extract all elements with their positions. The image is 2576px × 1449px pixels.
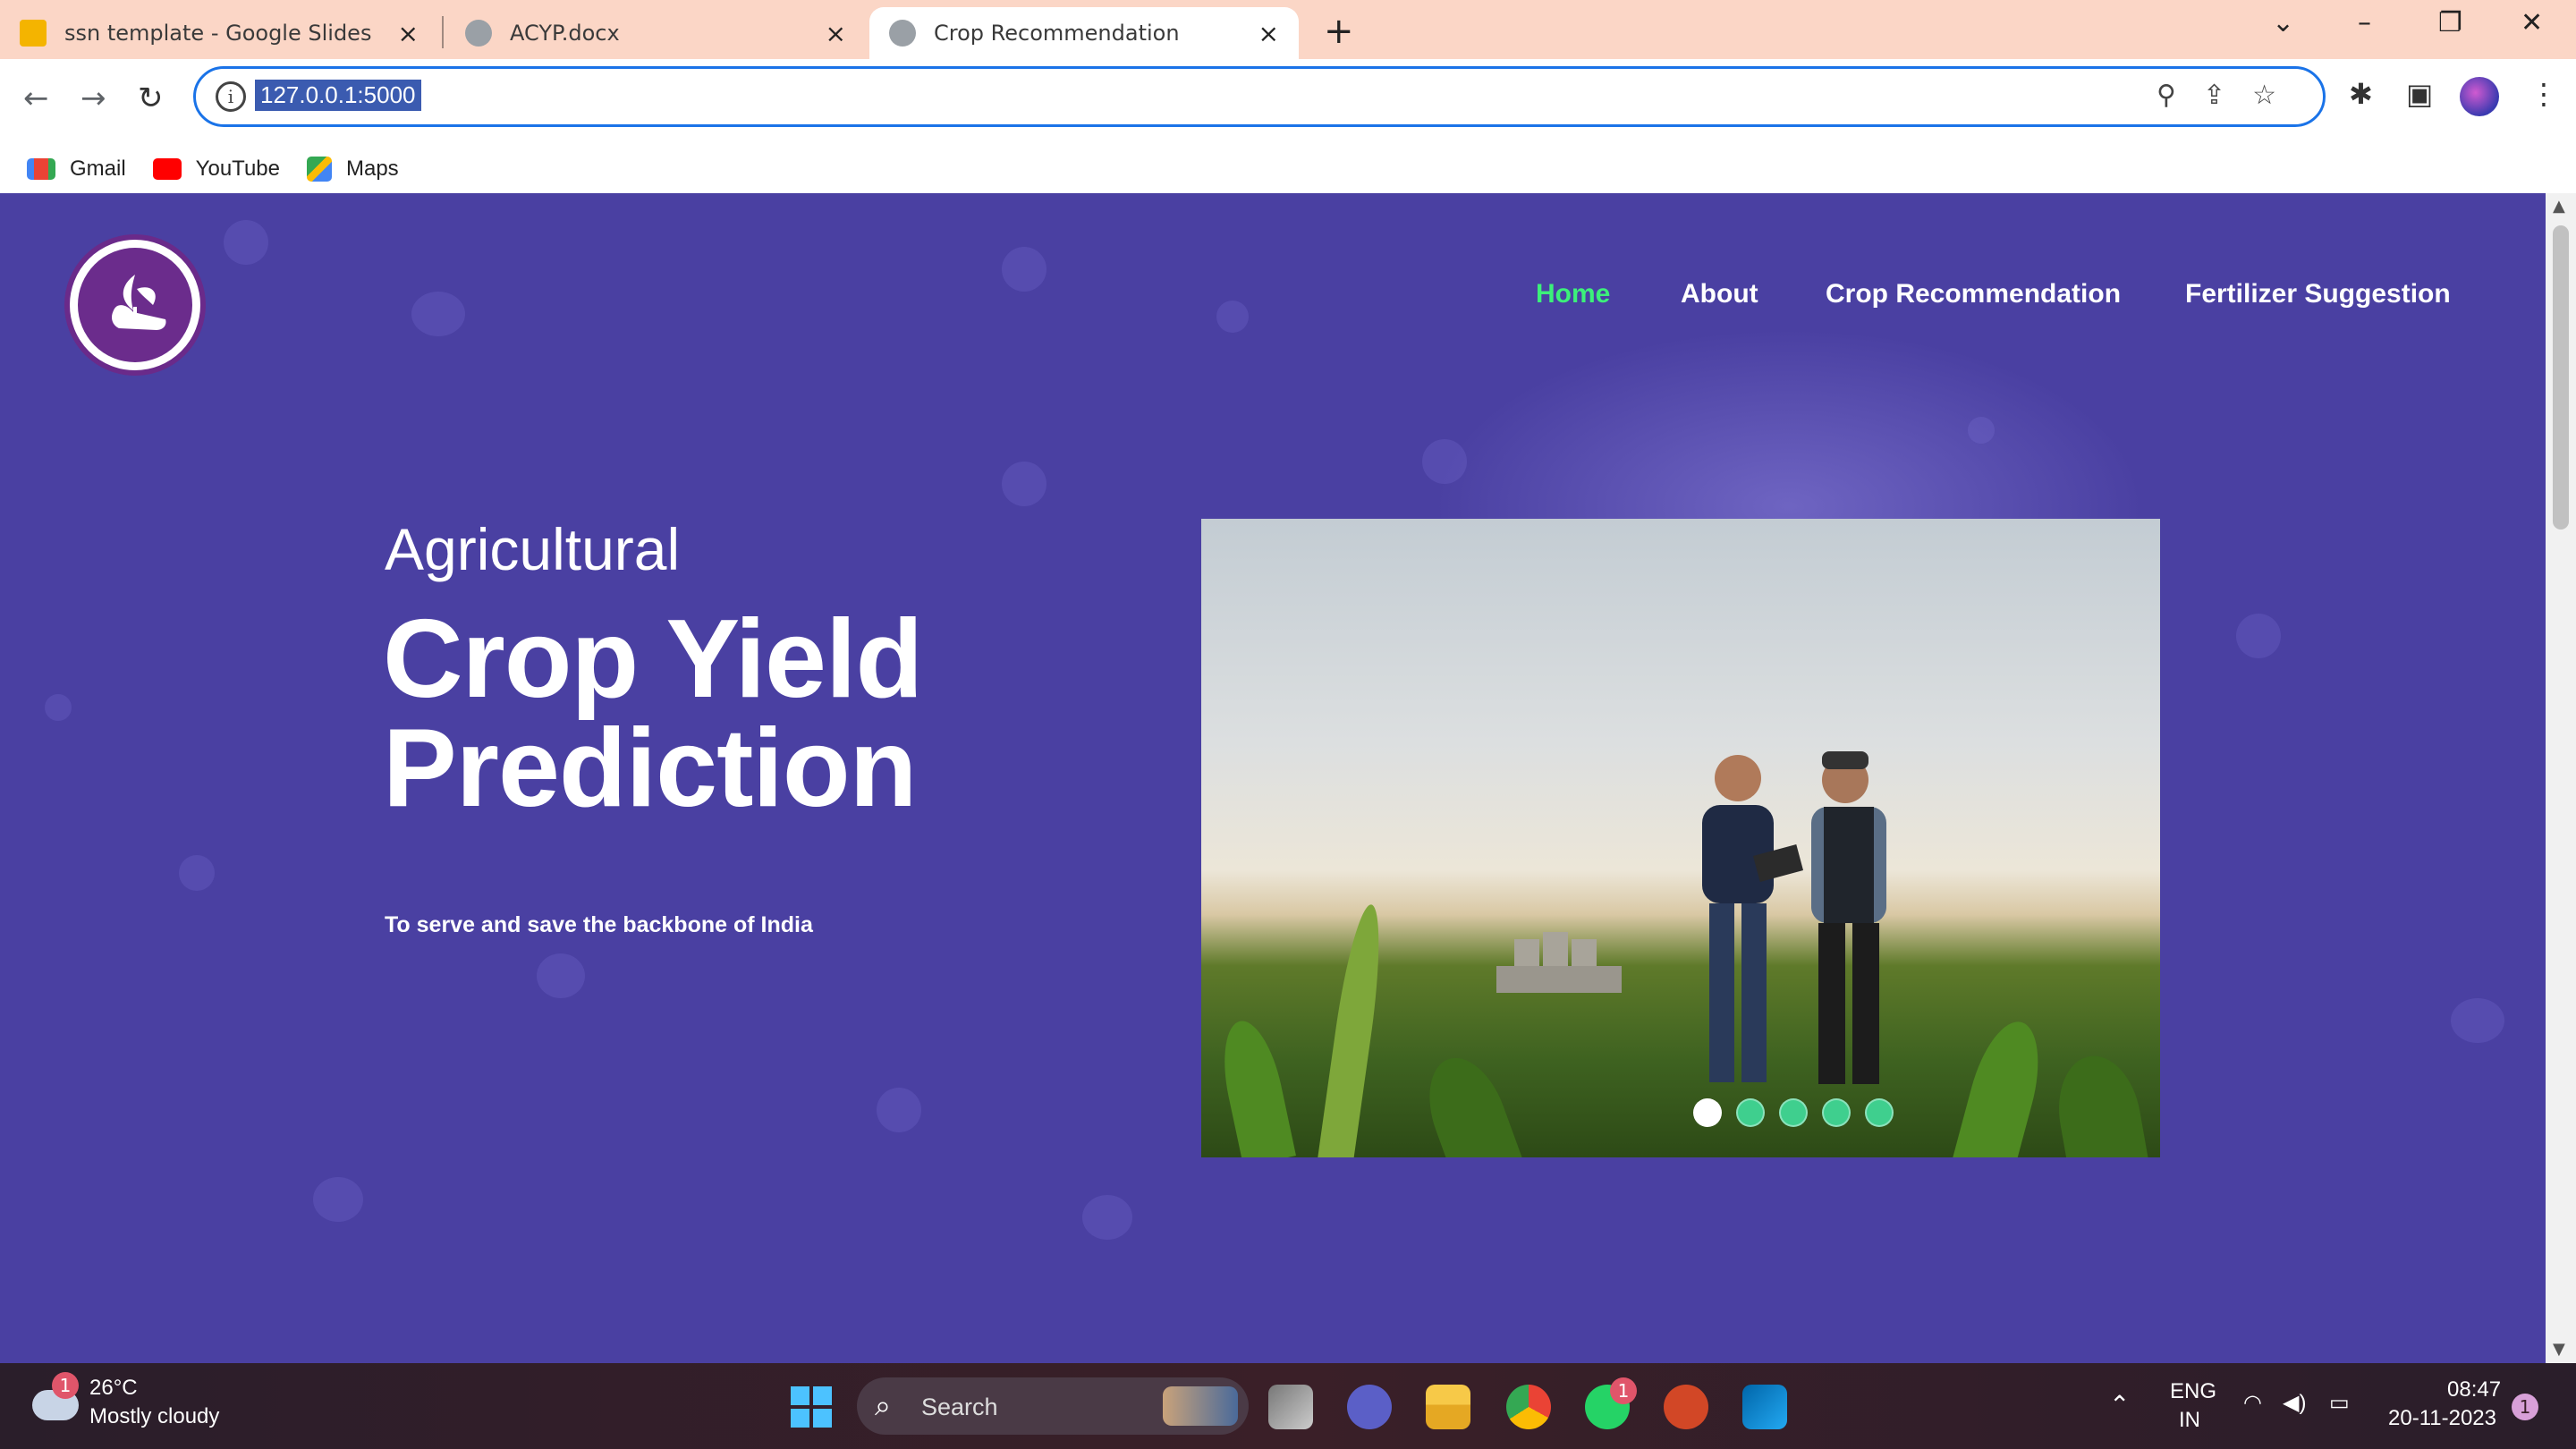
carousel-indicators (1693, 1098, 1908, 1127)
google-slides-icon (20, 20, 47, 47)
tab-title: ACYP.docx (510, 21, 620, 46)
task-view-icon[interactable] (1268, 1385, 1313, 1429)
site-info-icon[interactable]: i (216, 81, 246, 112)
tab-title: ssn template - Google Slides (64, 21, 372, 46)
nav-home[interactable]: Home (1536, 279, 1610, 309)
scroll-down-arrow-icon[interactable]: ▼ (2553, 1340, 2565, 1359)
search-icon: ⌕ (875, 1388, 891, 1422)
chrome-icon[interactable] (1506, 1385, 1551, 1429)
whatsapp-badge: 1 (1610, 1377, 1637, 1404)
tab-google-slides[interactable]: ssn template - Google Slides × (0, 7, 438, 59)
search-highlight-image (1163, 1386, 1238, 1426)
close-icon[interactable]: × (398, 19, 419, 48)
hero-tagline: To serve and save the backbone of India (385, 912, 813, 937)
hero-image-carousel[interactable] (1201, 519, 2160, 1157)
star-bookmark-icon[interactable]: ☆ (2252, 80, 2303, 111)
bookmarks-bar: Gmail YouTube Maps (0, 145, 2576, 193)
back-arrow-icon[interactable]: ← (23, 80, 49, 116)
globe-icon (889, 20, 916, 47)
tab-title: Crop Recommendation (934, 21, 1180, 46)
zoom-icon[interactable]: ⚲ (2157, 80, 2203, 111)
web-page: Home About Crop Recommendation Fertilize… (0, 193, 2546, 1363)
notification-badge[interactable]: 1 (2512, 1394, 2538, 1420)
bookmark-youtube[interactable]: YouTube (152, 157, 280, 182)
weather-temperature[interactable]: 26°C (89, 1376, 138, 1401)
tab-search-chevron-icon[interactable]: ⌄ (2272, 7, 2294, 38)
hero-subtitle: Agricultural (385, 516, 681, 582)
globe-icon (465, 20, 492, 47)
carousel-dot-2[interactable] (1736, 1098, 1765, 1127)
profile-avatar[interactable] (2460, 77, 2499, 116)
powerpoint-icon[interactable] (1664, 1385, 1708, 1429)
nav-fertilizer-suggestion[interactable]: Fertilizer Suggestion (2185, 279, 2451, 309)
forward-arrow-icon[interactable]: → (80, 80, 106, 116)
windows-taskbar: 1 26°C Mostly cloudy ⌕ Search 1 ⌃ ENG IN… (0, 1363, 2576, 1449)
language-line-1[interactable]: ENG (2170, 1379, 2216, 1404)
weather-description[interactable]: Mostly cloudy (89, 1404, 219, 1429)
battery-icon[interactable]: ▭ (2329, 1390, 2350, 1416)
minimize-button[interactable]: – (2358, 7, 2371, 38)
scroll-thumb[interactable] (2553, 225, 2569, 530)
browser-tab-strip: ssn template - Google Slides × ACYP.docx… (0, 0, 2576, 59)
browser-toolbar: ← → ↻ i 127.0.0.1:5000 ⚲⇪☆ ✱ ▣ ⋮ Gmail Y… (0, 59, 2576, 193)
hero-title-line-2: Prediction (383, 707, 917, 830)
scroll-up-arrow-icon[interactable]: ▲ (2553, 197, 2565, 216)
new-tab-button[interactable]: + (1324, 11, 1354, 52)
url-text[interactable]: 127.0.0.1:5000 (255, 80, 421, 111)
teams-chat-icon[interactable] (1347, 1385, 1392, 1429)
tab-separator (442, 16, 444, 48)
volume-icon[interactable]: ◀) (2283, 1390, 2306, 1416)
bookmark-label: Maps (345, 157, 399, 181)
language-line-2[interactable]: IN (2179, 1408, 2200, 1433)
maps-icon (306, 157, 332, 182)
gmail-icon (27, 158, 55, 180)
tab-crop-recommendation[interactable]: Crop Recommendation × (869, 7, 1299, 59)
windows-start-icon[interactable] (791, 1386, 832, 1428)
file-explorer-icon[interactable] (1426, 1385, 1470, 1429)
search-label: Search (921, 1394, 998, 1420)
reload-icon[interactable]: ↻ (138, 80, 164, 116)
bookmark-label: YouTube (195, 157, 280, 181)
plant-in-hand-icon (78, 248, 192, 362)
restore-button[interactable]: ❐ (2438, 7, 2462, 38)
omnibox-actions: ⚲⇪☆ (2157, 80, 2303, 111)
vscode-icon[interactable] (1742, 1385, 1787, 1429)
carousel-dot-4[interactable] (1822, 1098, 1851, 1127)
tab-acyp-docx[interactable]: ACYP.docx × (445, 7, 866, 59)
taskbar-search-box[interactable]: ⌕ Search (857, 1377, 1249, 1435)
weather-badge: 1 (52, 1372, 79, 1399)
site-logo[interactable] (64, 234, 206, 376)
show-hidden-icons-chevron-icon[interactable]: ⌃ (2109, 1390, 2130, 1419)
carousel-dot-1[interactable] (1693, 1098, 1722, 1127)
hero-title-line-1: Crop Yield (383, 597, 923, 721)
menu-kebab-icon[interactable]: ⋮ (2529, 77, 2558, 111)
youtube-icon (152, 158, 182, 180)
bookmark-gmail[interactable]: Gmail (27, 157, 126, 182)
nav-about[interactable]: About (1681, 279, 1758, 309)
nav-crop-recommendation[interactable]: Crop Recommendation (1826, 279, 2121, 309)
side-panel-icon[interactable]: ▣ (2406, 77, 2433, 111)
bookmark-label: Gmail (70, 157, 126, 181)
clock-time[interactable]: 08:47 (2447, 1377, 2501, 1402)
wifi-icon[interactable]: ◠ (2243, 1390, 2262, 1416)
share-icon[interactable]: ⇪ (2203, 80, 2252, 111)
address-bar[interactable]: i 127.0.0.1:5000 ⚲⇪☆ (193, 66, 2326, 127)
farmers-silhouette (1702, 751, 1886, 1084)
clock-date[interactable]: 20-11-2023 (2388, 1406, 2496, 1431)
carousel-dot-5[interactable] (1865, 1098, 1894, 1127)
close-icon[interactable]: × (1258, 19, 1279, 48)
page-scrollbar[interactable]: ▲ ▼ (2546, 193, 2576, 1363)
close-window-button[interactable]: ✕ (2521, 7, 2543, 38)
close-icon[interactable]: × (826, 19, 846, 48)
extensions-puzzle-icon[interactable]: ✱ (2349, 77, 2373, 111)
carousel-dot-3[interactable] (1779, 1098, 1808, 1127)
bookmark-maps[interactable]: Maps (306, 157, 399, 182)
hero-title: Crop Yield Prediction (383, 597, 923, 830)
